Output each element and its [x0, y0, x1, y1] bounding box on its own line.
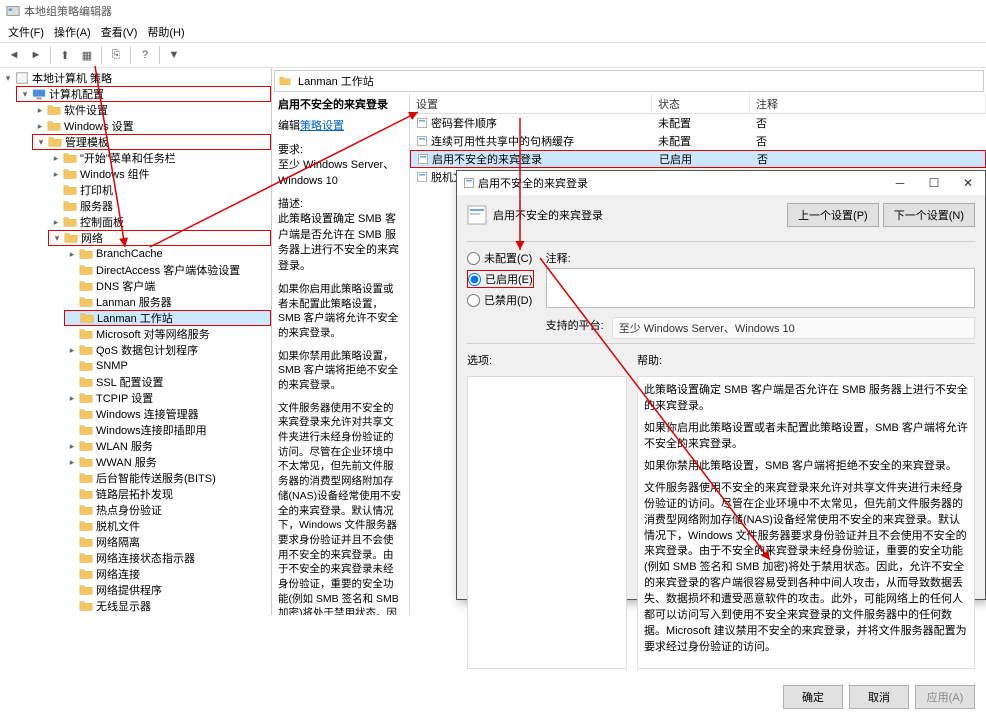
dialog-icon — [463, 177, 475, 189]
tree-netprov[interactable]: 网络提供程序 — [64, 582, 271, 598]
window-titlebar: 本地组策略编辑器 — [0, 0, 986, 22]
tree-wlan[interactable]: ▸WLAN 服务 — [64, 438, 271, 454]
tree-wcm[interactable]: Windows 连接管理器 — [64, 406, 271, 422]
tree-wireless[interactable]: 无线显示器 — [64, 598, 271, 614]
back-button[interactable]: ◄ — [4, 45, 24, 65]
platform-label: 支持的平台: — [546, 317, 604, 339]
tree-wwan[interactable]: ▸WWAN 服务 — [64, 454, 271, 470]
details-heading: 启用不安全的来宾登录 — [278, 98, 403, 113]
nav-tree[interactable]: ▾本地计算机 策略 ▾计算机配置 ▸软件设置 ▸Windows 设置 ▾管理模板… — [0, 68, 272, 615]
tree-dns-client[interactable]: DNS 客户端 — [64, 278, 271, 294]
col-header-setting[interactable]: 设置 — [410, 94, 652, 113]
tree-win-components[interactable]: ▸Windows 组件 — [48, 166, 271, 182]
radio-not-configured[interactable]: 未配置(C) — [467, 250, 534, 266]
tree-directaccess[interactable]: DirectAccess 客户端体验设置 — [64, 262, 271, 278]
platform-value: 至少 Windows Server、Windows 10 — [612, 317, 975, 339]
window-title: 本地组策略编辑器 — [24, 3, 112, 19]
help-label: 帮助: — [637, 352, 662, 368]
help-pane: 此策略设置确定 SMB 客户端是否允许在 SMB 服务器上进行不安全的来宾登录。… — [637, 376, 975, 669]
folder-icon — [279, 75, 291, 87]
tree-control-panel[interactable]: ▸控制面板 — [48, 214, 271, 230]
tree-qos[interactable]: ▸QoS 数据包计划程序 — [64, 342, 271, 358]
cancel-button[interactable]: 取消 — [849, 685, 909, 709]
filter-button[interactable]: ▼ — [164, 45, 184, 65]
tree-lltd[interactable]: 链路层拓扑发现 — [64, 486, 271, 502]
tree-branchcache[interactable]: ▸BranchCache — [64, 246, 271, 262]
tree-windows-settings[interactable]: ▸Windows 设置 — [32, 118, 271, 134]
dialog-titlebar[interactable]: 启用不安全的来宾登录 ─ ☐ ✕ — [457, 171, 985, 195]
policy-dialog: 启用不安全的来宾登录 ─ ☐ ✕ 启用不安全的来宾登录 上一个设置(P) 下一个… — [456, 170, 986, 600]
minimize-button[interactable]: ─ — [883, 171, 917, 195]
tree-nci[interactable]: 网络隔离 — [64, 534, 271, 550]
tree-lanman-server[interactable]: Lanman 服务器 — [64, 294, 271, 310]
close-button[interactable]: ✕ — [951, 171, 985, 195]
tree-admin-templates[interactable]: ▾管理模板 — [32, 134, 271, 150]
tree-offline[interactable]: 脱机文件 — [64, 518, 271, 534]
tree-root[interactable]: ▾本地计算机 策略 — [0, 70, 271, 86]
menu-help[interactable]: 帮助(H) — [143, 22, 188, 42]
tree-netconn[interactable]: 网络连接 — [64, 566, 271, 582]
tree-ms-peer[interactable]: Microsoft 对等网络服务 — [64, 326, 271, 342]
radio-enabled[interactable]: 已启用(E) — [467, 270, 534, 288]
list-row[interactable]: 启用不安全的来宾登录已启用否 — [410, 150, 986, 168]
details-panel: 启用不安全的来宾登录 编辑策略设置 要求:至少 Windows Server、W… — [272, 94, 410, 615]
menubar: 文件(F) 操作(A) 查看(V) 帮助(H) — [0, 22, 986, 42]
tree-wci[interactable]: Windows连接即插即用 — [64, 422, 271, 438]
list-row[interactable]: 连续可用性共享中的句柄缓存未配置否 — [410, 132, 986, 150]
tree-software-settings[interactable]: ▸软件设置 — [32, 102, 271, 118]
options-label: 选项: — [467, 352, 627, 368]
prev-setting-button[interactable]: 上一个设置(P) — [787, 203, 879, 227]
menu-view[interactable]: 查看(V) — [97, 22, 142, 42]
up-button[interactable]: ⬆ — [55, 45, 75, 65]
breadcrumb-text: Lanman 工作站 — [298, 73, 374, 89]
tree-lanman-workstation[interactable]: Lanman 工作站 — [64, 310, 271, 326]
tree-start-taskbar[interactable]: ▸"开始"菜单和任务栏 — [48, 150, 271, 166]
setting-icon — [467, 205, 487, 225]
setting-name: 启用不安全的来宾登录 — [493, 207, 603, 223]
forward-button[interactable]: ► — [26, 45, 46, 65]
app-icon — [6, 4, 20, 18]
apply-button[interactable]: 应用(A) — [915, 685, 975, 709]
menu-action[interactable]: 操作(A) — [50, 22, 95, 42]
tree-servers[interactable]: 服务器 — [48, 198, 271, 214]
options-pane — [467, 376, 627, 669]
export-button[interactable]: ⎘ — [106, 45, 126, 65]
tree-network[interactable]: ▾网络 — [48, 230, 271, 246]
help-button[interactable]: ? — [135, 45, 155, 65]
ok-button[interactable]: 确定 — [783, 685, 843, 709]
next-setting-button[interactable]: 下一个设置(N) — [883, 203, 975, 227]
tree-ncsi[interactable]: 网络连接状态指示器 — [64, 550, 271, 566]
tree-hotspot[interactable]: 热点身份验证 — [64, 502, 271, 518]
menu-file[interactable]: 文件(F) — [4, 22, 48, 42]
show-hide-button[interactable]: ▦ — [77, 45, 97, 65]
tree-bits[interactable]: 后台智能传送服务(BITS) — [64, 470, 271, 486]
list-row[interactable]: 密码套件顺序未配置否 — [410, 114, 986, 132]
edit-policy-link[interactable]: 策略设置 — [300, 120, 344, 132]
tree-computer-config[interactable]: ▾计算机配置 — [16, 86, 271, 102]
tree-tcpip[interactable]: ▸TCPIP 设置 — [64, 390, 271, 406]
tree-ssl[interactable]: SSL 配置设置 — [64, 374, 271, 390]
breadcrumb: Lanman 工作站 — [274, 70, 984, 92]
comment-textarea[interactable] — [546, 268, 975, 308]
maximize-button[interactable]: ☐ — [917, 171, 951, 195]
dialog-title: 启用不安全的来宾登录 — [478, 175, 883, 191]
tree-snmp[interactable]: SNMP — [64, 358, 271, 374]
col-header-comment[interactable]: 注释 — [750, 94, 986, 113]
radio-disabled[interactable]: 已禁用(D) — [467, 292, 534, 308]
col-header-state[interactable]: 状态 — [652, 94, 750, 113]
toolbar: ◄ ► ⬆ ▦ ⎘ ? ▼ — [0, 42, 986, 68]
tree-printers[interactable]: 打印机 — [48, 182, 271, 198]
comment-label: 注释: — [546, 250, 975, 266]
